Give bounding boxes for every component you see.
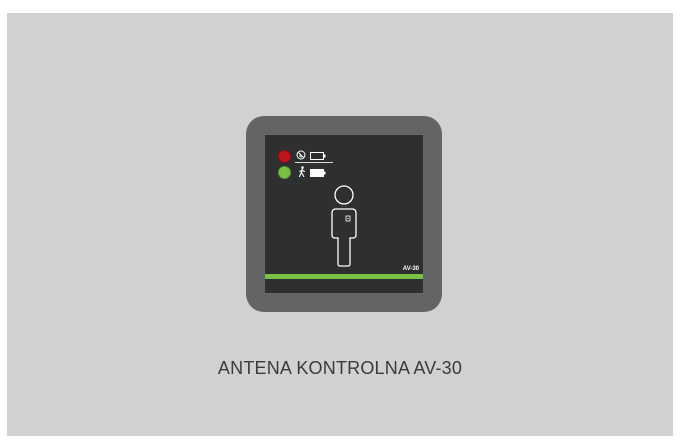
device-screen: AV-30	[265, 135, 423, 293]
accent-bar	[265, 274, 423, 279]
red-status-led	[278, 150, 291, 163]
model-label: AV-30	[402, 266, 419, 272]
person-with-tag-icon	[331, 185, 357, 267]
product-card: AV-30 ANTENA KONTROLNA AV-30	[7, 13, 673, 436]
walking-person-icon	[298, 166, 306, 177]
no-tag-icon	[296, 150, 306, 160]
indicator-divider	[295, 162, 333, 163]
green-status-led	[278, 166, 291, 179]
battery-full-icon	[310, 169, 326, 177]
antenna-device: AV-30	[246, 116, 442, 312]
product-caption: ANTENA KONTROLNA AV-30	[217, 358, 463, 378]
battery-empty-icon	[310, 152, 326, 160]
